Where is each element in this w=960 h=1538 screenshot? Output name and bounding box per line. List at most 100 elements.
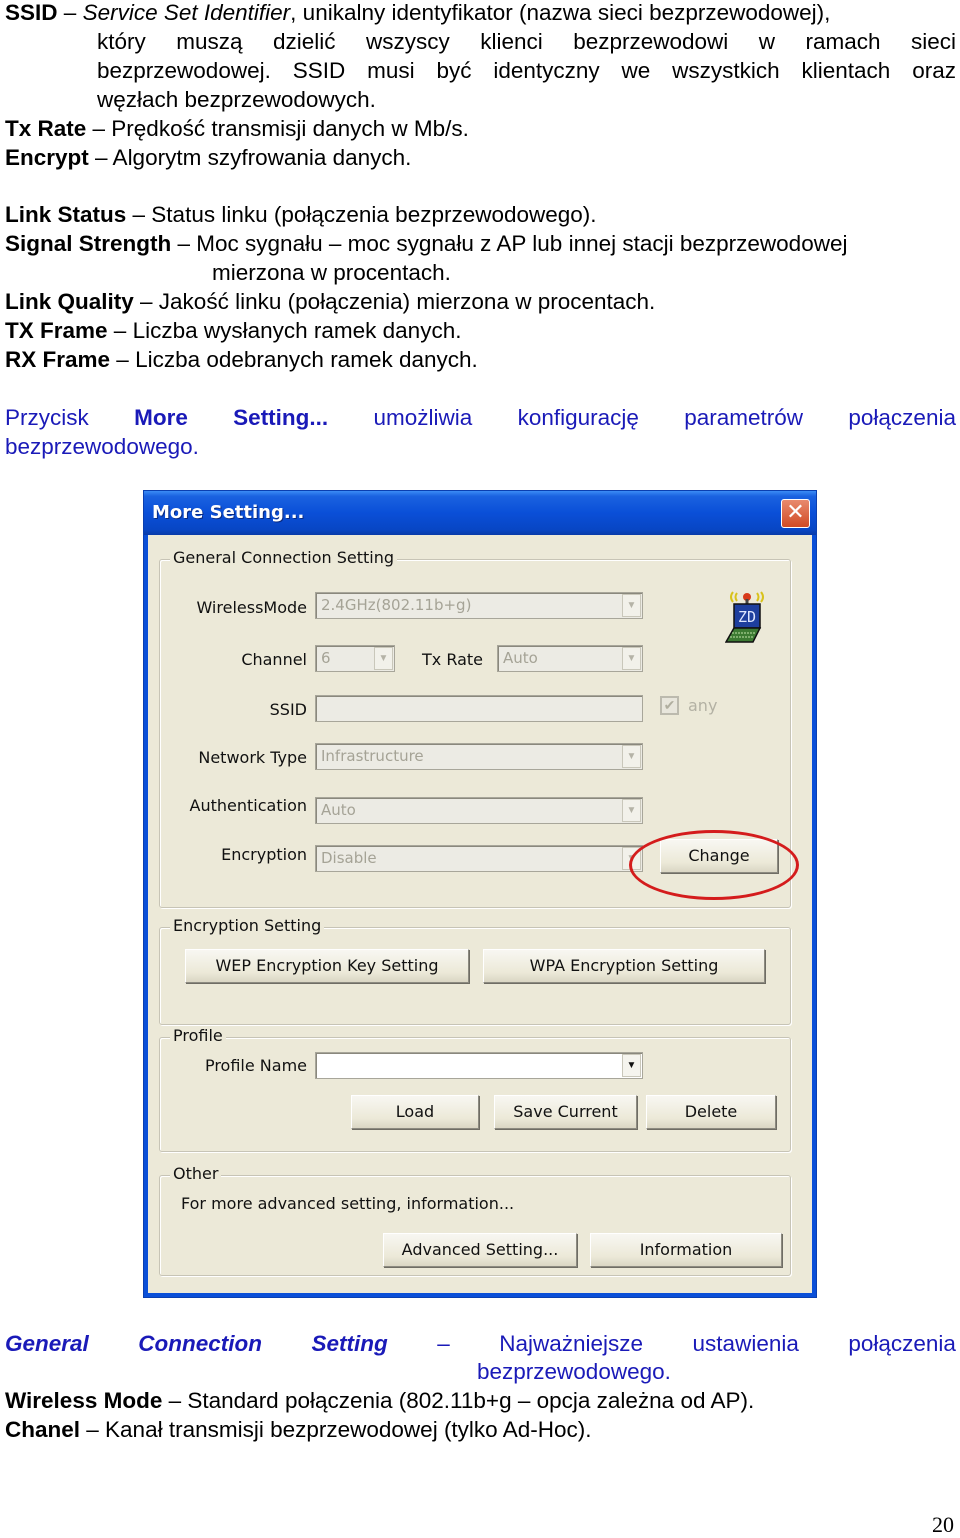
wireless-mode-definition: Wireless Mode – Standard połączenia (802… — [5, 1386, 754, 1415]
wep-encryption-key-setting-button[interactable]: WEP Encryption Key Setting — [185, 949, 469, 983]
dialog-frame-bottom — [144, 1293, 816, 1297]
general-connection-group: General Connection Setting WirelessMode … — [159, 548, 799, 908]
wireless-adapter-logo-icon: ZD — [725, 591, 764, 643]
term: Encrypt — [5, 145, 89, 170]
chevron-down-icon[interactable]: ▼ — [622, 1054, 641, 1077]
dialog-titlebar[interactable]: More Setting... ✕ — [144, 491, 816, 535]
signal-strength-line2: mierzona w procentach. — [212, 260, 451, 285]
chevron-down-icon[interactable]: ▼ — [374, 647, 393, 670]
term: Wireless Mode — [5, 1388, 163, 1413]
select-value: Auto — [321, 801, 356, 819]
more-setting-paragraph: Przycisk More Setting... umożliwia konfi… — [5, 403, 956, 432]
term: Link Status — [5, 202, 127, 227]
word: Setting — [311, 1331, 388, 1356]
tx-frame-definition: TX Frame – Liczba wysłanych ramek danych… — [5, 316, 461, 345]
word: SSID — [292, 58, 346, 83]
group-legend: General Connection Setting — [170, 548, 398, 567]
channel-label: Channel — [241, 650, 307, 669]
word: ustawienia — [692, 1331, 799, 1356]
desc: – Moc sygnału – moc sygnału z AP lub inn… — [171, 231, 848, 256]
signal-strength-definition: Signal Strength – Moc sygnału – moc sygn… — [5, 229, 847, 258]
word: sieci — [910, 29, 956, 54]
word: bezprzewodowi — [573, 29, 729, 54]
word: połączenia — [848, 405, 956, 430]
word: bezprzewodowej. — [97, 58, 271, 83]
chevron-down-icon[interactable]: ▼ — [622, 594, 641, 617]
word: – — [437, 1331, 450, 1356]
link-quality-definition: Link Quality – Jakość linku (połączenia)… — [5, 287, 655, 316]
any-checkbox[interactable]: ✔ — [660, 696, 679, 715]
term: Link Quality — [5, 289, 134, 314]
encryption-label: Encryption — [221, 845, 307, 864]
ssid-definition-line4: węzłach bezprzewodowych. — [97, 87, 376, 112]
word: połączenia — [848, 1331, 956, 1356]
more-setting-paragraph-line2: bezprzewodowego. — [5, 434, 199, 459]
select-value: Auto — [503, 649, 538, 667]
authentication-label: Authentication — [189, 796, 307, 815]
dialog-frame-right — [812, 535, 816, 1297]
tx-rate-select[interactable]: Auto ▼ — [497, 645, 643, 672]
word: w — [758, 29, 776, 54]
word: muszą — [176, 29, 243, 54]
logo-text: ZD — [738, 608, 756, 626]
advanced-setting-button[interactable]: Advanced Setting... — [383, 1233, 577, 1267]
load-button[interactable]: Load — [351, 1095, 479, 1129]
desc: – Standard połączenia (802.11b+g – opcja… — [162, 1388, 755, 1413]
other-group: Other For more advanced setting, informa… — [159, 1164, 791, 1276]
information-button[interactable]: Information — [590, 1233, 782, 1267]
word: być — [436, 58, 472, 83]
any-checkbox-label: any — [688, 696, 718, 715]
wpa-encryption-setting-button[interactable]: WPA Encryption Setting — [483, 949, 765, 983]
word: Setting... — [233, 405, 329, 430]
term: Chanel — [5, 1417, 81, 1442]
ssid-term: SSID — [5, 0, 58, 25]
ssid-input[interactable] — [315, 695, 643, 722]
close-icon[interactable]: ✕ — [781, 499, 810, 528]
group-legend: Profile — [170, 1026, 226, 1045]
profile-name-select[interactable]: ▼ — [315, 1052, 643, 1079]
save-current-button[interactable]: Save Current — [494, 1095, 637, 1129]
desc: – Algorytm szyfrowania danych. — [88, 145, 412, 170]
profile-name-label: Profile Name — [204, 1056, 307, 1075]
chevron-down-icon[interactable]: ▼ — [622, 647, 641, 670]
rx-frame-definition: RX Frame – Liczba odebranych ramek danyc… — [5, 345, 478, 374]
profile-group: Profile Profile Name ▼ Load Save Current… — [159, 1026, 791, 1152]
network-type-label: Network Type — [198, 748, 307, 767]
word: Najważniejsze — [499, 1331, 644, 1356]
authentication-select[interactable]: Auto ▼ — [315, 797, 643, 824]
general-connection-setting-paragraph: General Connection Setting – Najważniejs… — [5, 1329, 956, 1358]
delete-button[interactable]: Delete — [646, 1095, 776, 1129]
dash: – — [63, 0, 77, 25]
ssid-definition-line2: który muszą dzielić wszyscy klienci bezp… — [97, 27, 956, 56]
term: Tx Rate — [5, 116, 87, 141]
ssid-desc: , unikalny identyfikator (nazwa sieci be… — [290, 0, 831, 25]
word: musi — [367, 58, 415, 83]
encryption-select[interactable]: Disable ▼ — [315, 845, 643, 872]
network-type-select[interactable]: Infrastructure ▼ — [315, 743, 643, 770]
word: Connection — [138, 1331, 263, 1356]
word: we — [621, 58, 651, 83]
wireless-mode-select[interactable]: 2.4GHz(802.11b+g) ▼ — [315, 592, 643, 619]
select-value: 2.4GHz(802.11b+g) — [321, 596, 472, 614]
term: Signal Strength — [5, 231, 172, 256]
word: oraz — [912, 58, 956, 83]
word: konfigurację — [517, 405, 639, 430]
desc: – Status linku (połączenia bezprzewodowe… — [126, 202, 597, 227]
highlight-circle — [629, 830, 799, 900]
ssid-expansion: Service Set Identifier — [82, 0, 291, 25]
encryption-setting-group: Encryption Setting WEP Encryption Key Se… — [159, 916, 791, 1025]
word: dzielić — [272, 29, 336, 54]
desc: – Kanał transmisji bezprzewodowej (tylko… — [80, 1417, 592, 1442]
channel-select[interactable]: 6 ▼ — [315, 645, 395, 672]
more-setting-dialog: More Setting... ✕ General Connection Set… — [143, 490, 817, 1298]
link-status-definition: Link Status – Status linku (połączenia b… — [5, 200, 597, 229]
tx-rate-definition: Tx Rate – Prędkość transmisji danych w M… — [5, 114, 469, 143]
ssid-definition-line3: bezprzewodowej. SSID musi być identyczny… — [97, 56, 956, 85]
chevron-down-icon[interactable]: ▼ — [622, 745, 641, 768]
word: Przycisk — [5, 405, 89, 430]
chevron-down-icon[interactable]: ▼ — [622, 799, 641, 822]
select-value: 6 — [321, 649, 331, 667]
desc: – Prędkość transmisji danych w Mb/s. — [86, 116, 469, 141]
term: TX Frame — [5, 318, 108, 343]
word: klientach — [801, 58, 891, 83]
